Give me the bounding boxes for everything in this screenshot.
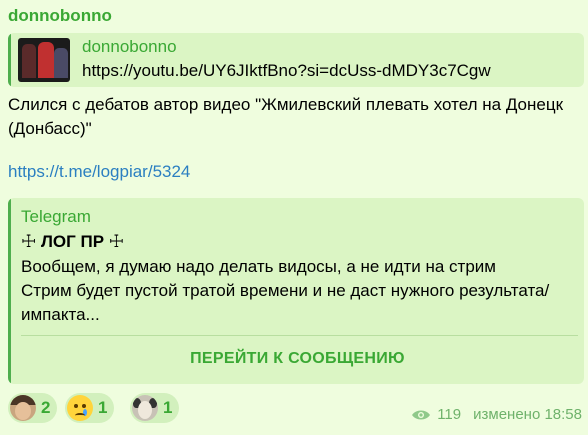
reaction-chip[interactable]: 1 bbox=[65, 393, 115, 423]
reply-text: https://youtu.be/UY6JIktfBno?si=dcUss-dM… bbox=[82, 61, 491, 80]
reaction-count: 2 bbox=[41, 398, 51, 417]
crying-face-icon bbox=[67, 395, 93, 421]
reply-accent-bar bbox=[8, 33, 11, 87]
message-meta: 119 изменено 18:58 bbox=[411, 406, 582, 423]
cat-avatar-icon bbox=[132, 395, 158, 421]
reply-author: donnobonno bbox=[82, 37, 177, 56]
edited-timestamp: изменено 18:58 bbox=[473, 406, 582, 423]
message-author[interactable]: donnobonno bbox=[8, 6, 112, 26]
reaction-count: 1 bbox=[163, 398, 173, 417]
reaction-chip[interactable]: 1 bbox=[130, 393, 180, 423]
forwarded-source: Telegram bbox=[21, 207, 91, 226]
forwarded-body: Вообщем, я думаю надо делать видосы, а н… bbox=[21, 257, 550, 324]
message-text: Слился с дебатов автор видео "Жмилевский… bbox=[8, 95, 564, 138]
forwarded-channel-title: ☩ ЛОГ ПР ☩ bbox=[21, 232, 124, 251]
reaction-count: 1 bbox=[98, 398, 108, 417]
eye-icon bbox=[412, 410, 431, 419]
message-link[interactable]: https://t.me/logpiar/5324 bbox=[8, 162, 190, 182]
view-count: 119 bbox=[437, 406, 462, 423]
user-avatar-icon bbox=[10, 395, 36, 421]
forwarded-preview[interactable]: Telegram ☩ ЛОГ ПР ☩ Вообщем, я думаю над… bbox=[8, 198, 584, 384]
reaction-chip[interactable]: 2 bbox=[8, 393, 58, 423]
reply-preview[interactable]: donnobonno https://youtu.be/UY6JIktfBno?… bbox=[8, 33, 584, 87]
reply-thumbnail bbox=[18, 38, 70, 82]
go-to-message-button[interactable]: ПЕРЕЙТИ К СООБЩЕНИЮ bbox=[11, 336, 584, 382]
